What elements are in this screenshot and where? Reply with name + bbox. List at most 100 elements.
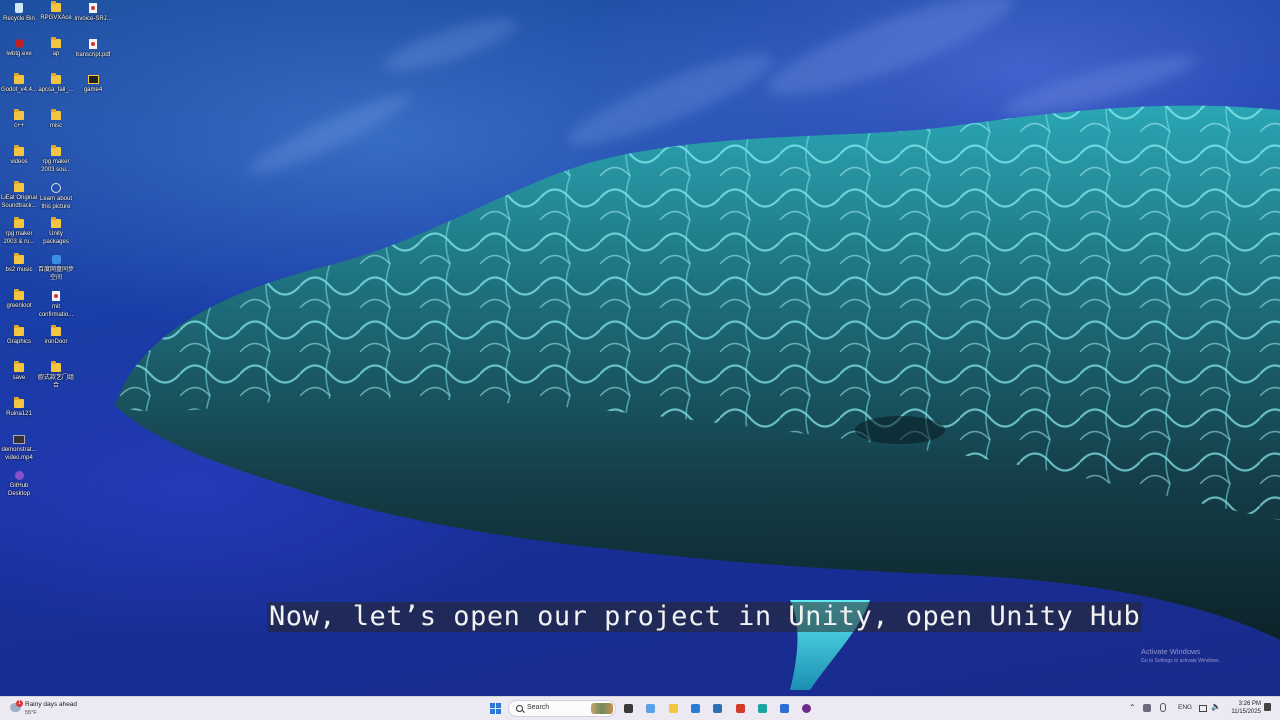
- desktop-icon-label: RPGVXAce: [40, 15, 72, 21]
- weather-text: Rainy days ahead: [25, 701, 78, 708]
- desktop-icon[interactable]: RPGVXAce: [37, 1, 75, 37]
- desktop-icon[interactable]: LiEat Original Soundtrack...: [0, 181, 38, 217]
- desktop-icon-label: GitHub Desktop: [7, 483, 30, 497]
- edge-icon[interactable]: [755, 701, 770, 716]
- desktop-icon[interactable]: videos: [0, 145, 38, 181]
- desktop-icon[interactable]: Learn about this picture: [37, 181, 75, 217]
- folder-icon: [14, 253, 24, 264]
- copilot-icon[interactable]: [643, 701, 658, 716]
- desktop-icon[interactable]: save: [0, 361, 38, 397]
- taskbar: 1 Rainy days ahead 55°F Search ⌃ ENG 🔈 3…: [0, 696, 1280, 720]
- windows-logo-part: [496, 709, 501, 714]
- windows-logo-part: [490, 709, 495, 714]
- desktop-icon[interactable]: ap: [37, 37, 75, 73]
- whale-wallpaper: [115, 105, 1280, 690]
- desktop-icon-label: c++: [13, 123, 24, 129]
- office-icon[interactable]: [733, 701, 748, 716]
- folder-icon: [14, 289, 24, 300]
- desktop-icon[interactable]: iwbtg.exe: [0, 37, 38, 73]
- obs-icon[interactable]: [799, 701, 814, 716]
- folder-icon: [14, 217, 24, 228]
- pdf-icon: [52, 291, 60, 301]
- desktop-icon-label: rpg maker 2003 sou...: [41, 159, 71, 173]
- folder-icon: [14, 73, 24, 84]
- desktop-icon[interactable]: Graphics: [0, 325, 38, 361]
- desktop-icon[interactable]: misc: [37, 109, 75, 145]
- desktop-icon[interactable]: Recycle Bin: [0, 1, 38, 37]
- desktop-icon-label: transcript.pdf: [75, 52, 111, 58]
- desktop-icon-label: game4: [83, 87, 103, 93]
- microphone-icon[interactable]: [1160, 703, 1166, 712]
- desktop-icon-label: greenloot: [6, 303, 32, 309]
- desktop-icon-label: iwbtg.exe: [6, 51, 32, 57]
- desktop-icon[interactable]: 百度网盘同步空间: [37, 253, 75, 289]
- desktop-icon[interactable]: bs2 music: [0, 253, 38, 289]
- notification-bell-icon[interactable]: [1264, 703, 1271, 711]
- store-icon-glyph: [690, 704, 700, 713]
- activate-windows-watermark: Activate Windows Go to Settings to activ…: [1141, 647, 1220, 664]
- copilot-icon-glyph: [646, 704, 656, 713]
- office-icon-glyph: [735, 704, 745, 713]
- store-icon[interactable]: [688, 701, 703, 716]
- desktop-icon[interactable]: Invoice-SRJ...: [74, 1, 112, 37]
- desktop-icon-label: LiEat Original Soundtrack...: [0, 195, 38, 209]
- desktop-icon[interactable]: rpg maker 2003 & ru...: [0, 217, 38, 253]
- vs-code-icon-glyph: [713, 704, 723, 713]
- network-icon[interactable]: [1199, 705, 1207, 712]
- desktop-icon-label: Invoice-SRJ...: [74, 16, 112, 22]
- desktop-icon[interactable]: Unity packages: [37, 217, 75, 253]
- desktop-icon-label: Learn about this picture: [39, 196, 73, 210]
- weather-temp: 55°F: [25, 710, 37, 716]
- desktop-icon[interactable]: transcript.pdf: [74, 37, 112, 73]
- vs-code-icon[interactable]: [710, 701, 725, 716]
- desktop-icon[interactable]: game4: [74, 73, 112, 109]
- folder-icon: [51, 217, 61, 228]
- desktop-icon[interactable]: apcsa_fall_...: [37, 73, 75, 109]
- desktop-icon-label: ap: [52, 51, 60, 57]
- snipping-tool-icon[interactable]: [777, 701, 792, 716]
- desktop-icon[interactable]: greenloot: [0, 289, 38, 325]
- desktop-icon-label: Ruina121: [6, 411, 32, 417]
- desktop[interactable]: Recycle Bin RPGVXAce Invoice-SRJ... iwbtg.e…: [0, 0, 1280, 696]
- folder-icon: [14, 325, 24, 336]
- watermark-title: Activate Windows: [1141, 647, 1201, 656]
- desktop-icon-label: Unity packages: [43, 231, 69, 245]
- folder-icon: [51, 145, 61, 156]
- folder-icon[interactable]: [666, 701, 681, 716]
- pdf-icon: [89, 39, 97, 49]
- taskbar-search-box[interactable]: Search: [508, 700, 616, 717]
- start-button[interactable]: [488, 701, 503, 716]
- desktop-icon-label: 欧式款艺门组合: [37, 375, 74, 389]
- folder-icon: [51, 325, 61, 336]
- desktop-icon[interactable]: ironDoor: [37, 325, 75, 361]
- desktop-icon-label: demonstrat... video.mp4: [1, 447, 37, 461]
- clock[interactable]: 3:26 PM 11/15/2025: [1227, 700, 1261, 716]
- folder-icon: [14, 145, 24, 156]
- file-explorer-icon[interactable]: [621, 701, 636, 716]
- windows-logo-icon: [490, 703, 495, 708]
- chevron-up-icon[interactable]: ⌃: [1129, 703, 1136, 712]
- folder-icon-glyph: [668, 704, 678, 713]
- volume-icon[interactable]: 🔈: [1211, 702, 1221, 711]
- desktop-icon-label: bs2 music: [5, 267, 33, 273]
- desktop-icon[interactable]: GitHub Desktop: [0, 469, 38, 505]
- desktop-icon[interactable]: c++: [0, 109, 38, 145]
- desktop-icon[interactable]: mit confirmatio...: [37, 289, 75, 325]
- search-icon: [516, 705, 523, 712]
- language-indicator[interactable]: ENG: [1178, 704, 1192, 711]
- desktop-icon[interactable]: rpg maker 2003 sou...: [37, 145, 75, 181]
- folder-icon: [51, 361, 61, 372]
- folder-icon: [14, 181, 24, 192]
- desktop-icon[interactable]: demonstrat... video.mp4: [0, 433, 38, 469]
- tray-app-icon[interactable]: [1143, 704, 1151, 712]
- desktop-icon[interactable]: Godot_v4.4...: [0, 73, 38, 109]
- folder-icon: [14, 361, 24, 372]
- exe-icon: [14, 39, 24, 48]
- obs-icon-glyph: [802, 704, 812, 713]
- desktop-icon-label: Recycle Bin: [3, 16, 35, 22]
- desktop-icon[interactable]: Ruina121: [0, 397, 38, 433]
- search-placeholder: Search: [527, 704, 550, 711]
- folder-icon: [51, 1, 61, 12]
- folder-icon: [51, 73, 61, 84]
- desktop-icon[interactable]: 欧式款艺门组合: [37, 361, 75, 397]
